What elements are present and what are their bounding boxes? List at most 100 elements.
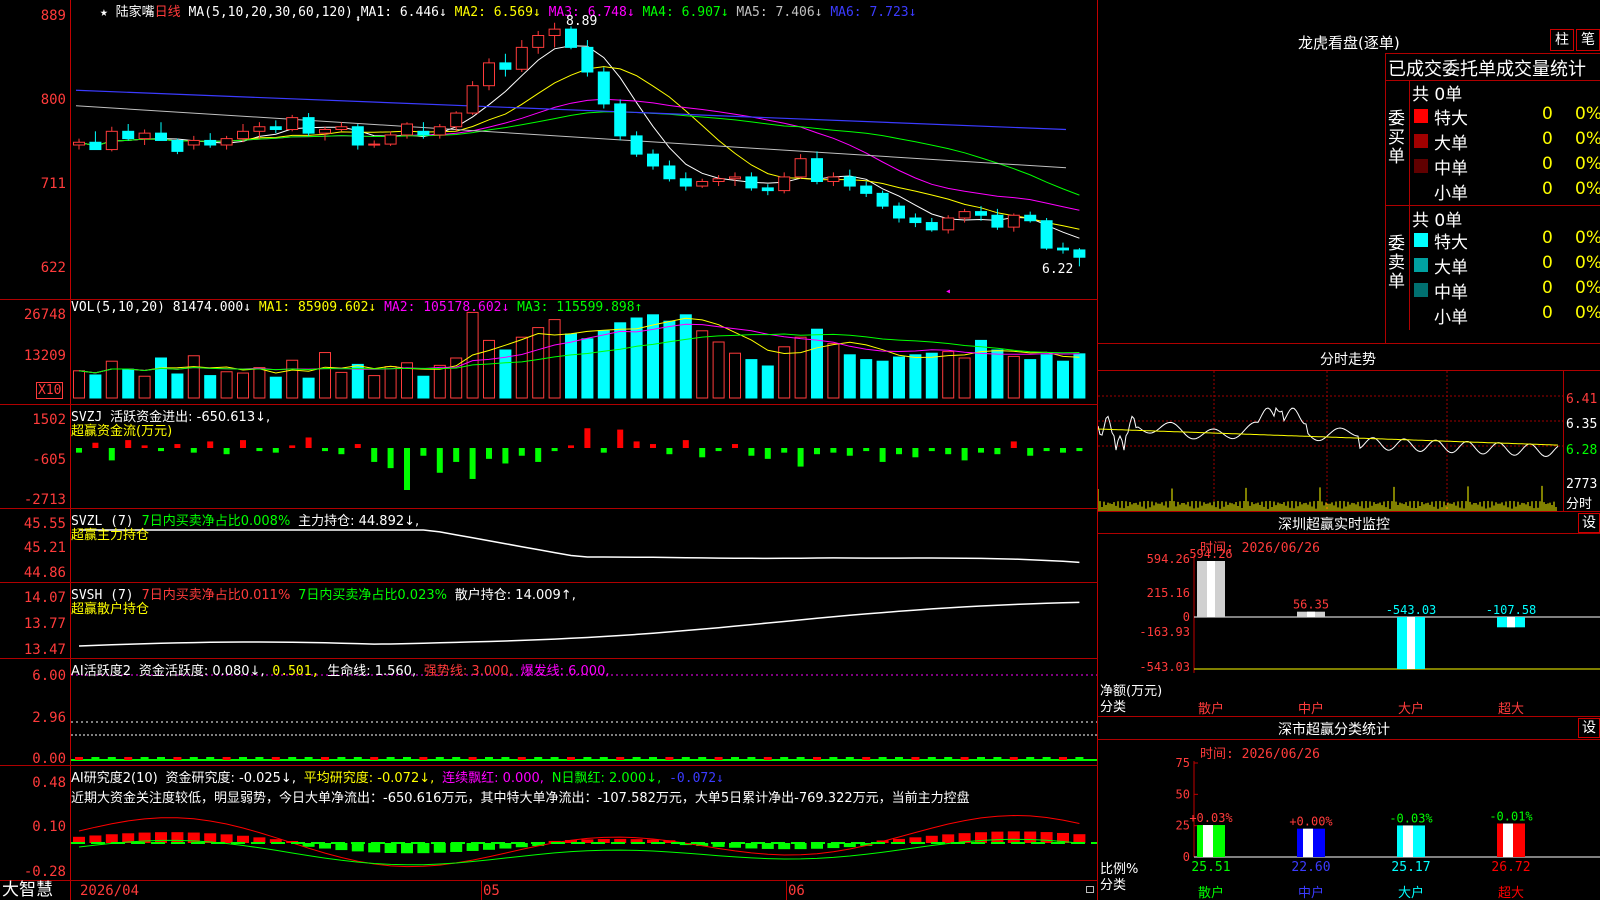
svzj-bar <box>568 445 574 448</box>
ai-active-t4: 强势线: 3.000, <box>423 664 513 679</box>
color-swatch <box>1414 134 1428 148</box>
svzl-subtitle: 超赢主力持仓 <box>71 528 150 543</box>
volume-bar <box>253 367 266 399</box>
candle-body <box>696 180 709 187</box>
research-bar <box>991 831 1004 843</box>
active-bar <box>173 757 182 760</box>
active-bar <box>780 757 789 760</box>
vol-axis-label: 26748 <box>23 307 66 323</box>
order-name: 小单 <box>1434 308 1468 328</box>
svzj-bar <box>732 444 738 448</box>
ai-research-label[interactable]: AI研究度2(10) <box>71 771 158 786</box>
active-bar <box>665 757 674 760</box>
svzj-bar <box>1076 448 1083 452</box>
svzj-bar <box>354 444 361 448</box>
candle-body <box>155 132 167 141</box>
candle-body <box>433 126 446 136</box>
marker-arrow: ⬍ <box>355 14 361 25</box>
ai-research-t5: -0.072↓ <box>669 771 724 786</box>
tick-mode-button[interactable]: 笔 <box>1576 29 1600 51</box>
axis-label: 50 <box>1176 787 1190 801</box>
active-bar <box>1075 757 1084 760</box>
category-label: 中户 <box>1298 885 1324 900</box>
svzj-bar <box>600 448 607 453</box>
kline-chart-area[interactable]: ★ 陆家嘴日线 MA(5,10,20,30,60,120) MA1: 6.446… <box>0 0 1098 900</box>
order-pct: 0% <box>1575 104 1600 124</box>
svsh-t3: 散户持仓: 14.009↑, <box>454 588 576 603</box>
kline-canvas[interactable]: ⬍◂ <box>71 0 1097 900</box>
candle-body <box>351 126 364 146</box>
candle-body <box>187 139 200 146</box>
axis-label: -543.03 <box>1139 660 1190 674</box>
volume-bar <box>220 371 233 399</box>
candle-body <box>581 46 594 73</box>
active-bar <box>960 757 969 760</box>
order-name: 中单 <box>1434 283 1468 303</box>
svsh-axis-label: 13.47 <box>23 642 66 658</box>
candle-body <box>401 123 413 136</box>
volume-bar <box>860 359 873 399</box>
candle-body <box>827 176 840 182</box>
price-axis-label: 711 <box>40 176 66 192</box>
candle-body <box>237 130 249 140</box>
candle-body <box>417 130 430 136</box>
svzj-bar <box>830 448 837 453</box>
svzj-bar <box>682 440 689 448</box>
svzj-bar <box>141 445 148 448</box>
ai-active-label[interactable]: AI活跃度2 <box>71 664 131 679</box>
research-bar <box>466 843 479 851</box>
axis-label: 25 <box>1176 819 1190 833</box>
candle-body <box>368 143 381 146</box>
sz-monitor-settings-button[interactable]: 设 <box>1578 513 1600 533</box>
dragon-subtitle: 已成交委托单成交量统计 <box>1388 59 1586 80</box>
sz-stats-settings-button[interactable]: 设 <box>1578 718 1600 738</box>
net-bar-shine <box>1307 611 1315 617</box>
svzj-bar <box>436 448 443 473</box>
ai-active-t5: 爆发线: 6.000, <box>520 664 610 679</box>
volume-bar <box>368 375 381 399</box>
svzj-bar <box>912 448 919 458</box>
divider <box>1098 343 1600 344</box>
active-bar <box>813 757 821 760</box>
svzj-bar <box>928 448 935 452</box>
chart-mode-button[interactable]: 柱 <box>1550 29 1574 51</box>
svzj-bar <box>814 448 820 455</box>
candle-body <box>909 217 922 224</box>
intraday-chart[interactable] <box>1098 371 1563 511</box>
volume-bar <box>1057 360 1069 399</box>
svzj-bar <box>945 448 952 455</box>
svsh-subtitle: 超赢散户持仓 <box>71 602 150 617</box>
ratio-bar-shine <box>1303 828 1313 857</box>
volume-bar <box>1024 359 1037 399</box>
intraday-vol-caption: 分时 <box>1566 497 1593 512</box>
svsh-t1: 7日内买卖净占比0.011% <box>141 588 291 603</box>
vol-unit-badge: X10 <box>36 382 64 399</box>
ai-research-axis-label: -0.28 <box>23 864 66 880</box>
volume-bar <box>712 341 725 399</box>
candle-body <box>515 46 528 70</box>
ai-active-t3: 生命线: 1.560, <box>327 664 417 679</box>
candle-body <box>1057 247 1069 251</box>
svzl-line <box>79 529 1080 564</box>
active-bar <box>927 757 936 760</box>
color-swatch <box>1414 159 1428 173</box>
research-bar <box>384 843 397 853</box>
candle-body <box>499 62 512 70</box>
research-bar <box>942 834 955 843</box>
vol-params[interactable]: VOL(5,10,20) <box>71 300 165 315</box>
color-swatch <box>1414 233 1428 247</box>
volume-bar <box>73 370 85 399</box>
ai-active-t1: 资金活跃度: 0.080↓, <box>138 664 265 679</box>
volume-bar <box>565 333 577 399</box>
volume-bar <box>384 366 397 399</box>
svzj-bar <box>764 448 771 459</box>
candle-body <box>843 176 856 187</box>
active-bar <box>386 757 395 760</box>
svzj-subtitle: 超赢资金流(万元) <box>71 424 173 439</box>
active-bar <box>763 757 772 760</box>
intraday-axis-label: 6.35 <box>1566 417 1598 432</box>
category-label: 散户 <box>1198 701 1224 716</box>
research-bar <box>105 834 118 843</box>
active-bar <box>75 757 83 760</box>
svzj-bar <box>502 448 509 464</box>
